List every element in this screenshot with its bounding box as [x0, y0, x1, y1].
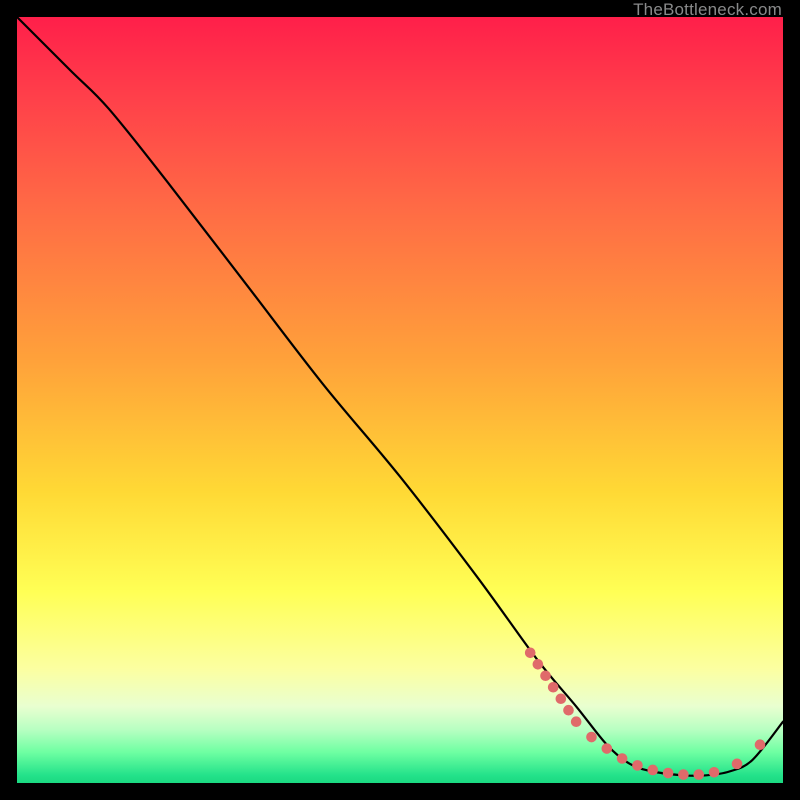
highlight-dot [571, 716, 582, 727]
highlight-dot [617, 753, 628, 764]
highlight-dot [647, 765, 658, 776]
chart-frame: TheBottleneck.com [0, 0, 800, 800]
highlight-dot [732, 759, 743, 770]
highlight-dot [709, 767, 720, 778]
highlight-dots [525, 647, 765, 779]
highlight-dot [678, 769, 689, 780]
highlight-dot [693, 769, 704, 780]
highlight-dot [632, 760, 643, 771]
highlight-dot [602, 743, 613, 754]
highlight-dot [755, 739, 766, 750]
plot-area [17, 17, 783, 783]
highlight-dot [556, 693, 567, 704]
bottleneck-curve [17, 17, 783, 776]
highlight-dot [533, 659, 544, 670]
watermark-text: TheBottleneck.com [633, 0, 782, 20]
highlight-dot [586, 732, 597, 743]
highlight-dot [663, 768, 674, 779]
highlight-dot [525, 647, 536, 658]
curve-layer [17, 17, 783, 783]
highlight-dot [563, 705, 574, 716]
highlight-dot [540, 670, 551, 681]
highlight-dot [548, 682, 559, 693]
